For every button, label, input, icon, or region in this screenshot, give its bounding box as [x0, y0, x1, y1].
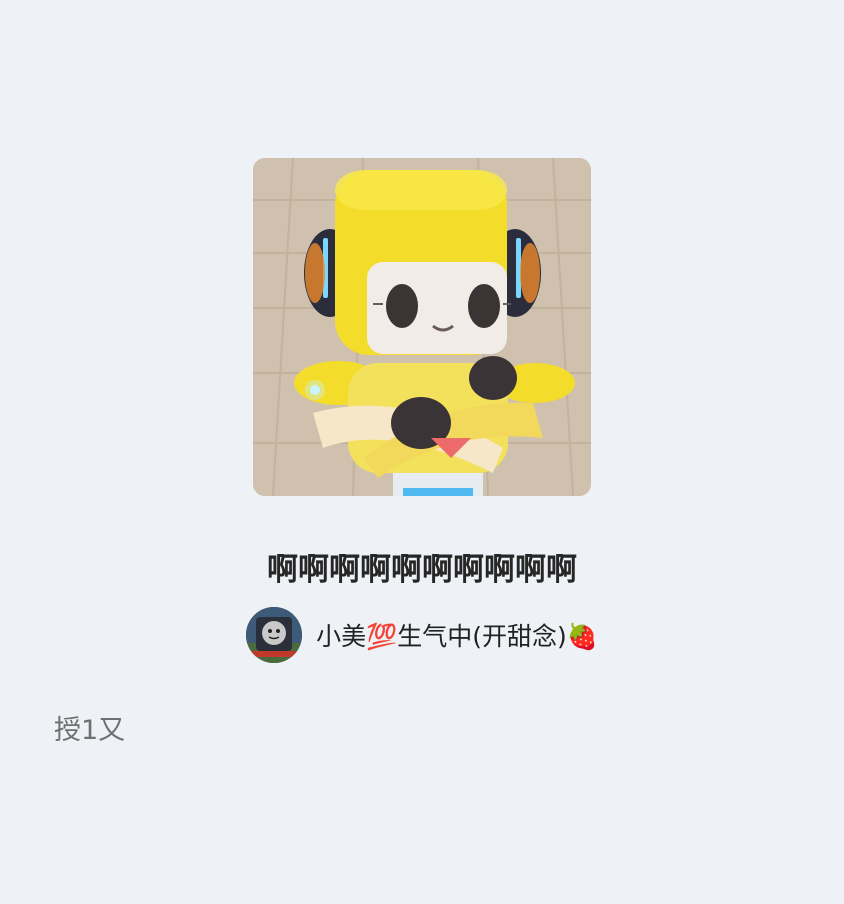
author-row[interactable]: 小美💯生气中(开甜念)🍓 — [0, 606, 844, 664]
post-detail-page: 啊啊啊啊啊啊啊啊啊啊 小美💯生气中(开甜念)🍓 授1又 — [0, 0, 844, 904]
author-avatar[interactable] — [246, 607, 303, 663]
post-title: 啊啊啊啊啊啊啊啊啊啊 — [267, 552, 577, 588]
post-description: 授1又 — [54, 715, 126, 746]
author-name[interactable]: 小美💯生气中(开甜念)🍓 — [316, 617, 598, 653]
robot-illustration — [253, 158, 591, 496]
train-avatar-icon — [246, 607, 303, 663]
cover-image[interactable] — [253, 158, 591, 496]
